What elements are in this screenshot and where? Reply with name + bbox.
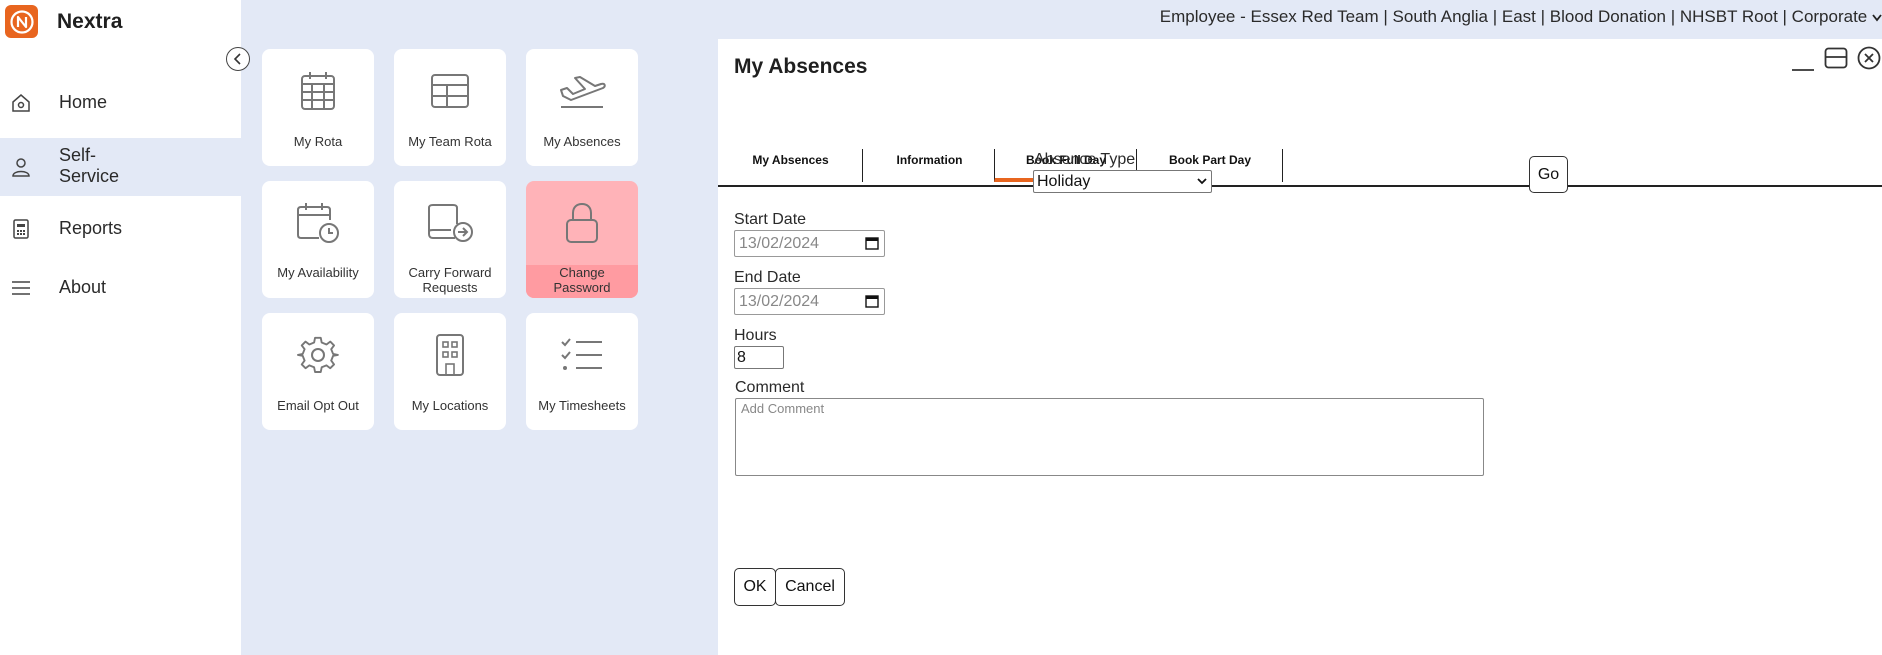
calendar-grid-icon [293,69,343,113]
absence-type-label: Absence Type [1034,151,1136,168]
tile-label: Change Password [528,265,636,295]
sidebar-item-about[interactable]: About [0,265,241,313]
sidebar-item-label: Home [59,92,108,112]
tab-divider [1282,149,1283,182]
minimize-icon [1792,69,1814,71]
label-line-2: Service [59,166,120,186]
absence-type-value: Holiday [1037,173,1091,190]
end-date-input[interactable]: 13/02/2024 [734,288,885,315]
user-icon [10,156,32,178]
tile-label: My Availability [277,265,359,280]
tile-change-password[interactable]: Change Password [526,181,638,298]
hours-label: Hours [734,327,777,344]
cancel-button[interactable]: Cancel [775,568,845,606]
tile-label: My Rota [293,134,343,149]
table-icon [425,69,475,113]
tile-label: My Timesheets [538,398,626,413]
checklist-icon [557,333,607,377]
start-date-label: Start Date [734,211,807,228]
nextra-logo-icon [5,5,38,38]
sidebar: Nextra Home Self- Service Reports About [0,0,241,655]
tile-label: Email Opt Out [277,398,359,413]
tile-label: My Absences [543,134,621,149]
end-date-value: 13/02/2024 [739,293,820,310]
tile-label: My Team Rota [408,134,492,149]
absence-dialog: My Absences My Absences Information Book… [718,39,1882,655]
tab-label: My Absences [752,153,829,167]
dialog-tabs: My Absences Information Book Full Day Bo… [718,109,1882,187]
tile-label: My Locations [411,398,489,413]
close-icon [1857,46,1881,70]
app-name: Nextra [57,9,123,33]
start-date-input[interactable]: 13/02/2024 [734,230,885,257]
tile-my-rota[interactable]: My Rota [262,49,374,166]
collapse-sidebar-button[interactable] [226,47,250,71]
document-forward-icon [425,201,475,245]
brand[interactable]: Nextra [5,5,122,38]
calendar-icon[interactable] [865,294,879,308]
tile-my-absences[interactable]: My Absences [526,49,638,166]
tab-information[interactable]: Information [863,149,996,182]
sidebar-item-reports[interactable]: Reports [0,206,241,254]
end-date-label: End Date [734,269,801,286]
tile-email-opt-out[interactable]: Email Opt Out [262,313,374,430]
tile-label-line-2: Requests [422,280,478,295]
go-button[interactable]: Go [1529,156,1568,193]
label-line-1: Self- [59,145,97,165]
tile-my-timesheets[interactable]: My Timesheets [526,313,638,430]
tab-label: Book Part Day [1168,153,1252,167]
building-icon [425,333,475,377]
tile-carry-forward-requests[interactable]: Carry Forward Requests [394,181,506,298]
plane-icon [557,69,607,113]
minimize-button[interactable] [1790,49,1816,75]
menu-icon [10,277,32,299]
hours-input[interactable]: 8 [734,346,784,369]
chevron-left-icon [233,53,241,65]
lock-icon [557,201,607,245]
sidebar-item-home[interactable]: Home [0,79,241,127]
sidebar-item-label: About [59,277,107,297]
tab-label: Information [896,153,963,167]
breadcrumb-text: Employee - Essex Red Team | South Anglia… [1159,7,1868,26]
calendar-clock-icon [293,201,343,245]
tile-label-line-2: Password [553,280,611,295]
sidebar-item-self-service[interactable]: Self- Service [0,138,241,196]
sidebar-item-label: Reports [59,218,123,238]
tile-label: Carry Forward Requests [396,265,504,295]
tile-my-locations[interactable]: My Locations [394,313,506,430]
close-button[interactable] [1856,45,1882,71]
tile-label-line-1: Carry Forward [408,265,492,280]
comment-label: Comment [735,379,805,396]
window-icon [1824,47,1848,69]
maximize-button[interactable] [1823,45,1849,71]
absence-type-select[interactable]: Holiday [1033,170,1212,193]
calendar-icon[interactable] [865,236,879,250]
home-icon [10,92,32,114]
org-breadcrumb[interactable]: Employee - Essex Red Team | South Anglia… [1160,7,1882,27]
start-date-value: 13/02/2024 [739,235,820,252]
tile-label-line-1: Change [559,265,605,280]
tab-my-absences[interactable]: My Absences [718,149,863,182]
tile-my-team-rota[interactable]: My Team Rota [394,49,506,166]
ok-button[interactable]: OK [734,568,776,606]
dialog-title: My Absences [734,55,868,78]
tile-my-availability[interactable]: My Availability [262,181,374,298]
gear-icon [293,333,343,377]
sidebar-item-label: Self- Service [59,145,119,187]
chevron-down-icon [1872,14,1882,22]
chevron-down-icon [1197,178,1207,185]
comment-textarea[interactable]: Add Comment [735,398,1484,476]
report-icon [10,218,32,240]
